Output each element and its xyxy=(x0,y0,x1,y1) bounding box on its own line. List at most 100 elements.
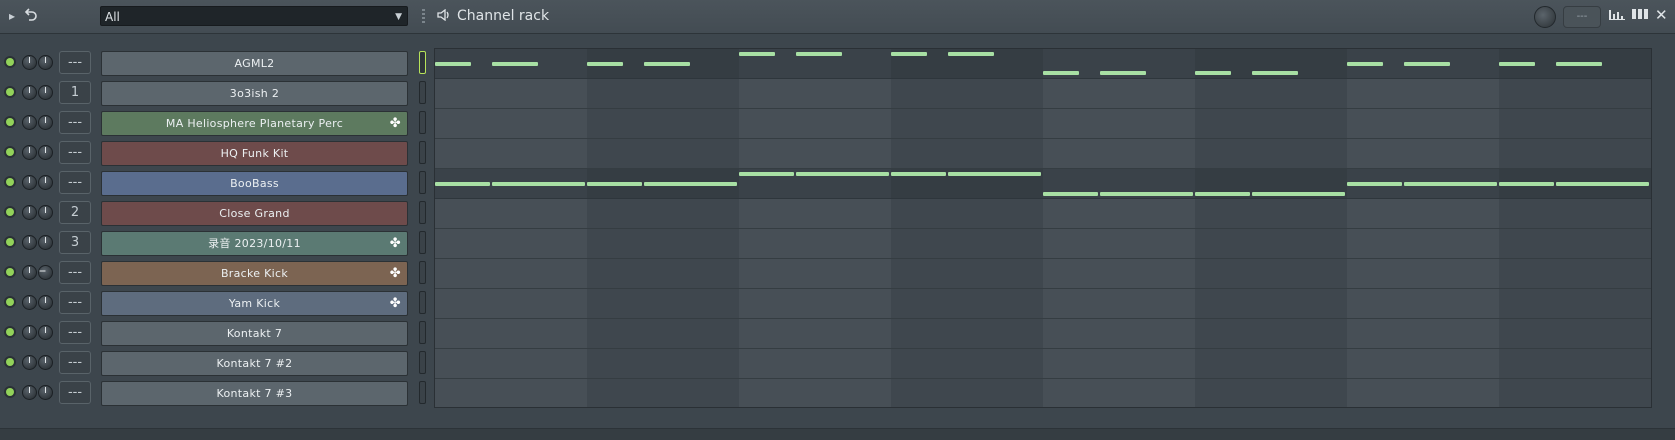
close-icon[interactable]: ✕ xyxy=(1655,6,1668,24)
mute-led[interactable] xyxy=(6,328,14,336)
mixer-track-field[interactable]: --- xyxy=(59,291,91,314)
swing-knob[interactable] xyxy=(1534,6,1556,28)
channel-filter-select[interactable]: All ▼ xyxy=(100,6,408,26)
mute-led[interactable] xyxy=(6,178,14,186)
mute-led[interactable] xyxy=(6,238,14,246)
channel-select-indicator[interactable] xyxy=(419,201,426,224)
mixer-track-field[interactable]: --- xyxy=(59,321,91,344)
mixer-track-field[interactable]: --- xyxy=(59,351,91,374)
mute-led[interactable] xyxy=(6,148,14,156)
channel-name-label: Bracke Kick xyxy=(220,267,289,280)
channel-name-button[interactable]: Bracke Kick ✤ xyxy=(101,261,408,286)
pan-knob[interactable] xyxy=(38,265,53,280)
channel-name-label: MA Heliosphere Planetary Perc xyxy=(165,117,344,130)
volume-knob[interactable] xyxy=(22,295,37,310)
mute-led[interactable] xyxy=(6,208,14,216)
note xyxy=(739,172,794,177)
pan-knob[interactable] xyxy=(38,295,53,310)
channel-name-button[interactable]: BooBass xyxy=(101,171,408,196)
mute-led[interactable] xyxy=(6,268,14,276)
pan-knob[interactable] xyxy=(38,385,53,400)
channel-name-button[interactable]: Yam Kick ✤ xyxy=(101,291,408,316)
volume-knob[interactable] xyxy=(22,175,37,190)
pan-knob[interactable] xyxy=(38,325,53,340)
volume-knob[interactable] xyxy=(22,265,37,280)
channel-name-label: Close Grand xyxy=(219,207,290,220)
mixer-track-field[interactable]: --- xyxy=(59,141,91,164)
channel-select-indicator[interactable] xyxy=(419,81,426,104)
pan-knob[interactable] xyxy=(38,235,53,250)
channel-name-label: BooBass xyxy=(230,177,279,190)
channel-name-label: Kontakt 7 #2 xyxy=(216,357,293,370)
mute-led[interactable] xyxy=(6,88,14,96)
pan-knob[interactable] xyxy=(38,205,53,220)
volume-knob[interactable] xyxy=(22,55,37,70)
pan-knob[interactable] xyxy=(38,145,53,160)
columns-icon[interactable] xyxy=(1632,8,1648,23)
note xyxy=(739,52,775,57)
speaker-icon[interactable] xyxy=(437,5,453,27)
channel-name-label: 录音 2023/10/11 xyxy=(208,237,301,250)
volume-knob[interactable] xyxy=(22,115,37,130)
note xyxy=(492,182,585,186)
channel-name-button[interactable]: Kontakt 7 xyxy=(101,321,408,346)
mixer-track-field[interactable]: --- xyxy=(59,171,91,194)
drag-grip-icon[interactable] xyxy=(422,9,425,23)
channel-select-indicator[interactable] xyxy=(419,171,426,194)
mute-led[interactable] xyxy=(6,358,14,366)
swing-field[interactable]: --- xyxy=(1563,6,1601,28)
channel-select-indicator[interactable] xyxy=(419,111,426,134)
volume-knob[interactable] xyxy=(22,325,37,340)
pan-knob[interactable] xyxy=(38,85,53,100)
channel-name-button[interactable]: Kontakt 7 #3 xyxy=(101,381,408,406)
channel-select-indicator[interactable] xyxy=(419,381,426,404)
pan-knob[interactable] xyxy=(38,115,53,130)
channel-select-indicator[interactable] xyxy=(419,51,426,74)
channel-name-button[interactable]: 3o3ish 2 xyxy=(101,81,408,106)
step-sequencer-grid[interactable] xyxy=(434,48,1652,408)
mute-led[interactable] xyxy=(6,388,14,396)
volume-knob[interactable] xyxy=(22,205,37,220)
mute-led[interactable] xyxy=(6,298,14,306)
waveform-icon: ✤ xyxy=(389,116,401,131)
play-icon[interactable]: ▸ xyxy=(3,7,21,25)
channel-select-indicator[interactable] xyxy=(419,351,426,374)
mixer-track-field[interactable]: 2 xyxy=(59,201,91,224)
mute-led[interactable] xyxy=(6,118,14,126)
mixer-track-field[interactable]: --- xyxy=(59,51,91,74)
mixer-track-field[interactable]: 3 xyxy=(59,231,91,254)
volume-knob[interactable] xyxy=(22,145,37,160)
volume-knob[interactable] xyxy=(22,385,37,400)
channel-name-button[interactable]: Kontakt 7 #2 xyxy=(101,351,408,376)
undo-icon[interactable] xyxy=(22,7,40,25)
channel-name-button[interactable]: AGML2 xyxy=(101,51,408,76)
pan-knob[interactable] xyxy=(38,55,53,70)
channel-name-button[interactable]: 录音 2023/10/11 ✤ xyxy=(101,231,408,256)
channel-select-indicator[interactable] xyxy=(419,321,426,344)
channel-select-indicator[interactable] xyxy=(419,261,426,284)
channel-select-indicator[interactable] xyxy=(419,231,426,254)
volume-knob[interactable] xyxy=(22,355,37,370)
window-title: Channel rack xyxy=(437,5,549,27)
graph-icon[interactable] xyxy=(1609,8,1625,23)
note xyxy=(1043,70,1079,75)
waveform-icon: ✤ xyxy=(389,266,401,281)
channel-name-label: 3o3ish 2 xyxy=(229,87,280,100)
channel-select-indicator[interactable] xyxy=(419,141,426,164)
mute-led[interactable] xyxy=(6,58,14,66)
mixer-track-field[interactable]: 1 xyxy=(59,81,91,104)
mixer-track-field[interactable]: --- xyxy=(59,111,91,134)
pan-knob[interactable] xyxy=(38,175,53,190)
channel-name-button[interactable]: Close Grand xyxy=(101,201,408,226)
mixer-track-field[interactable]: --- xyxy=(59,261,91,284)
note xyxy=(1100,191,1193,196)
volume-knob[interactable] xyxy=(22,235,37,250)
waveform-icon: ✤ xyxy=(389,296,401,311)
channel-select-indicator[interactable] xyxy=(419,291,426,314)
channel-name-label: AGML2 xyxy=(234,57,275,70)
pan-knob[interactable] xyxy=(38,355,53,370)
channel-name-button[interactable]: HQ Funk Kit xyxy=(101,141,408,166)
mixer-track-field[interactable]: --- xyxy=(59,381,91,404)
volume-knob[interactable] xyxy=(22,85,37,100)
channel-name-button[interactable]: MA Heliosphere Planetary Perc ✤ xyxy=(101,111,408,136)
